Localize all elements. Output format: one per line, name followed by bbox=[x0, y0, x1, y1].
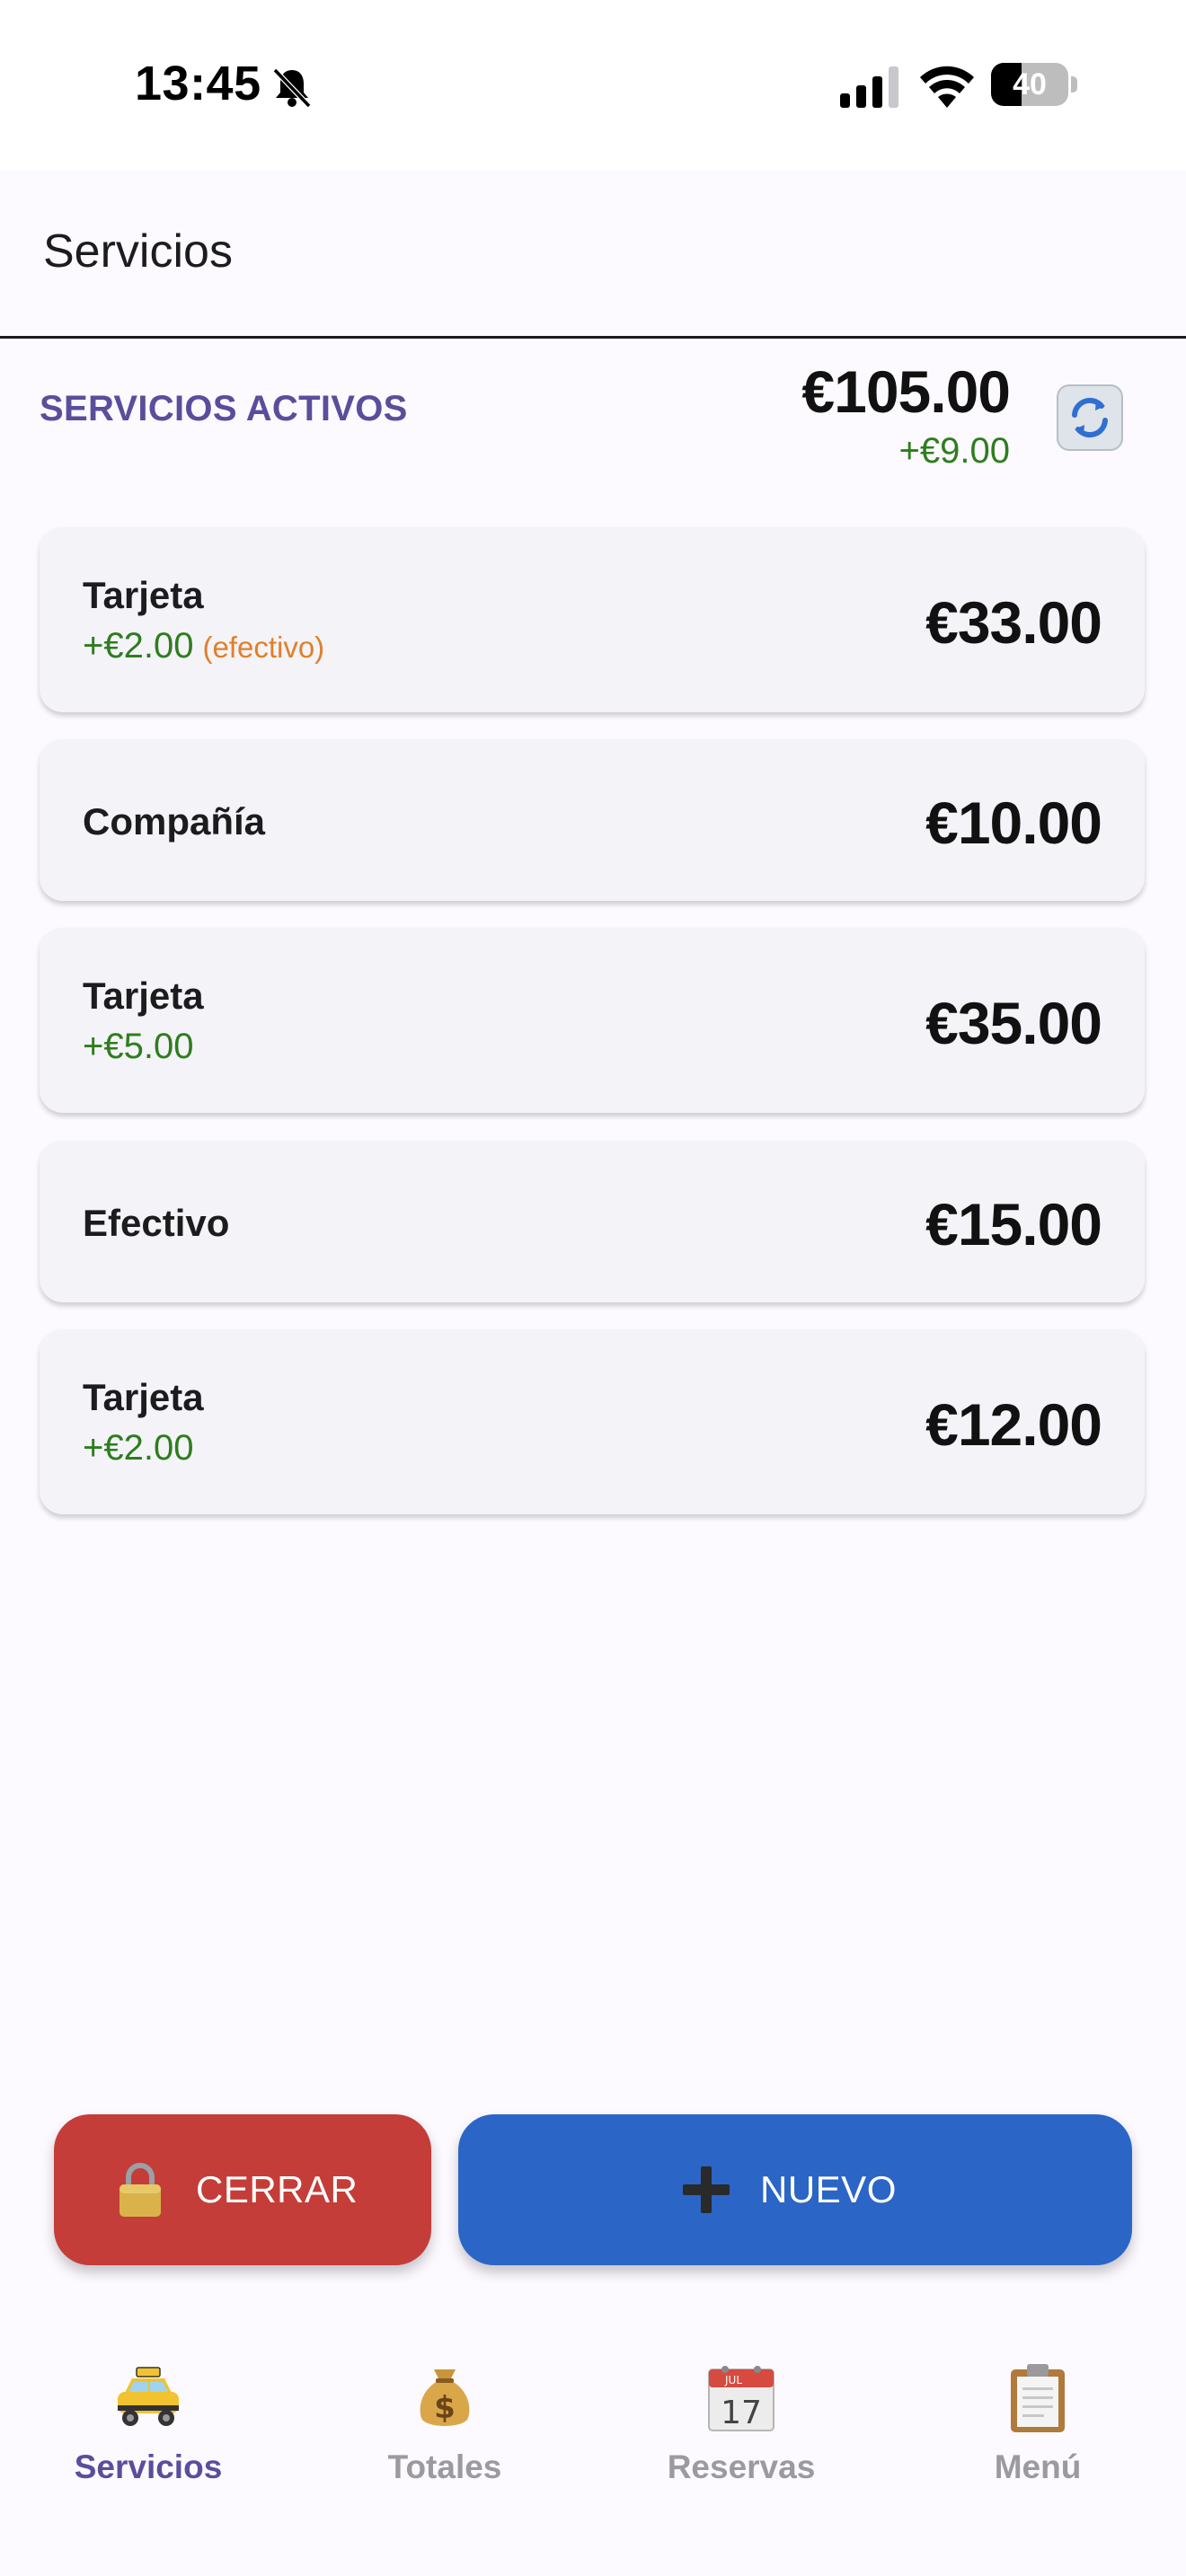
battery-icon: 40 bbox=[991, 63, 1077, 106]
refresh-icon bbox=[1072, 397, 1108, 438]
clipboard-icon bbox=[1011, 2364, 1065, 2432]
tab-label: Reservas bbox=[667, 2448, 816, 2485]
service-amount: €35.00 bbox=[925, 990, 1102, 1056]
money-bag-icon: $ bbox=[420, 2369, 470, 2426]
service-tip: +€2.00 bbox=[83, 1428, 194, 1468]
plus-icon bbox=[683, 2166, 730, 2213]
service-amount: €10.00 bbox=[925, 790, 1102, 856]
close-button[interactable]: CERRAR bbox=[54, 2114, 431, 2265]
new-service-button[interactable]: NUEVO bbox=[458, 2114, 1132, 2265]
battery-level: 40 bbox=[1013, 67, 1047, 101]
service-method: Tarjeta bbox=[83, 574, 204, 616]
tab-totales[interactable]: $ Totales bbox=[332, 2362, 557, 2488]
tab-reservas[interactable]: JUL 17 Reservas bbox=[629, 2362, 854, 2488]
service-card[interactable]: Tarjeta +€2.00 €12.00 bbox=[40, 1329, 1145, 1514]
service-method: Efectivo bbox=[83, 1202, 230, 1244]
calendar-icon: JUL 17 bbox=[708, 2366, 774, 2431]
calendar-month: JUL bbox=[724, 2374, 742, 2386]
service-note: (efectivo) bbox=[202, 631, 325, 664]
total-amount: €105.00 bbox=[801, 358, 1011, 425]
section-title: SERVICIOS ACTIVOS bbox=[40, 389, 408, 428]
tab-servicios[interactable]: Servicios bbox=[36, 2362, 261, 2488]
service-card[interactable]: Compañía €10.00 bbox=[40, 739, 1145, 901]
tab-bar: Servicios $ Totales JUL 17 Reservas Menú bbox=[0, 2326, 1186, 2576]
total-extra-amount: +€9.00 bbox=[898, 431, 1010, 471]
status-bar: 13:45 40 bbox=[0, 0, 1186, 171]
taxi-icon bbox=[118, 2367, 179, 2426]
page-title: Servicios bbox=[43, 225, 233, 278]
cellular-signal-icon bbox=[840, 66, 898, 108]
service-tip: +€2.00 (efectivo) bbox=[83, 626, 325, 666]
calendar-day: 17 bbox=[721, 2395, 762, 2431]
service-method: Compañía bbox=[83, 800, 266, 842]
service-method: Tarjeta bbox=[83, 1376, 204, 1418]
status-time: 13:45 bbox=[135, 57, 261, 110]
tab-label: Servicios bbox=[74, 2448, 223, 2485]
service-tip: +€5.00 bbox=[83, 1027, 194, 1066]
close-button-label: CERRAR bbox=[196, 2168, 358, 2210]
tab-label: Menú bbox=[994, 2448, 1082, 2485]
lock-icon bbox=[119, 2163, 161, 2217]
bell-muted-icon bbox=[272, 67, 312, 109]
svg-text:$: $ bbox=[434, 2390, 456, 2426]
tab-label: Totales bbox=[387, 2448, 502, 2485]
new-service-button-label: NUEVO bbox=[760, 2168, 897, 2210]
service-amount: €12.00 bbox=[925, 1391, 1102, 1458]
tab-menu[interactable]: Menú bbox=[925, 2362, 1150, 2488]
service-card[interactable]: Efectivo €15.00 bbox=[40, 1141, 1145, 1302]
service-card[interactable]: Tarjeta +€2.00 (efectivo) €33.00 bbox=[40, 527, 1145, 712]
service-amount: €15.00 bbox=[925, 1191, 1102, 1257]
service-amount: €33.00 bbox=[925, 589, 1102, 656]
service-method: Tarjeta bbox=[83, 975, 204, 1017]
service-card[interactable]: Tarjeta +€5.00 €35.00 bbox=[40, 928, 1145, 1113]
refresh-button[interactable] bbox=[1057, 384, 1123, 451]
nav-header: Servicios bbox=[0, 171, 1186, 339]
wifi-icon bbox=[920, 66, 974, 108]
